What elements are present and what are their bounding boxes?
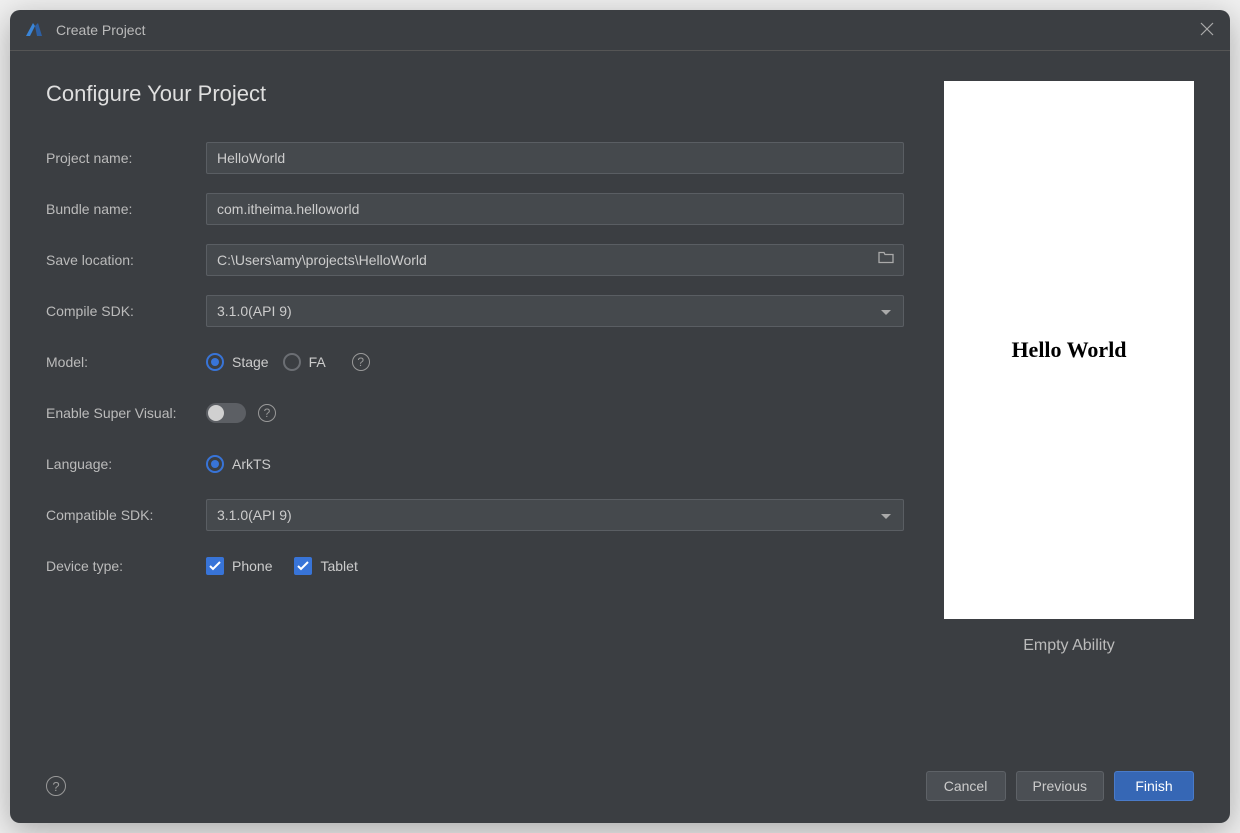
- radio-selected-icon: [206, 455, 224, 473]
- app-icon: [24, 20, 44, 40]
- form-panel: Configure Your Project Project name: Bun…: [46, 81, 944, 755]
- device-type-label: Device type:: [46, 558, 206, 574]
- create-project-dialog: Create Project Configure Your Project Pr…: [10, 10, 1230, 823]
- chevron-down-icon: [881, 507, 891, 523]
- device-phone-label: Phone: [232, 558, 272, 574]
- device-type-row: Device type: Phone Tablet: [46, 550, 904, 582]
- radio-unselected-icon: [283, 353, 301, 371]
- checkbox-checked-icon: [294, 557, 312, 575]
- close-button[interactable]: [1196, 18, 1218, 40]
- preview-text: Hello World: [1011, 337, 1126, 363]
- super-visual-help-icon[interactable]: ?: [258, 404, 276, 422]
- bundle-name-row: Bundle name:: [46, 193, 904, 225]
- compile-sdk-label: Compile SDK:: [46, 303, 206, 319]
- titlebar: Create Project: [10, 10, 1230, 51]
- language-arkts-radio[interactable]: ArkTS: [206, 455, 271, 473]
- super-visual-toggle[interactable]: [206, 403, 246, 423]
- compile-sdk-select[interactable]: 3.1.0(API 9): [206, 295, 904, 327]
- save-location-row: Save location:: [46, 244, 904, 276]
- model-stage-radio[interactable]: Stage: [206, 353, 269, 371]
- compatible-sdk-select[interactable]: 3.1.0(API 9): [206, 499, 904, 531]
- chevron-down-icon: [881, 303, 891, 319]
- toggle-knob: [208, 405, 224, 421]
- footer: ? Cancel Previous Finish: [10, 755, 1230, 823]
- device-tablet-checkbox[interactable]: Tablet: [294, 557, 357, 575]
- finish-button[interactable]: Finish: [1114, 771, 1194, 801]
- preview-panel: Hello World Empty Ability: [944, 81, 1194, 755]
- project-name-input[interactable]: [206, 142, 904, 174]
- compile-sdk-row: Compile SDK: 3.1.0(API 9): [46, 295, 904, 327]
- project-name-label: Project name:: [46, 150, 206, 166]
- language-row: Language: ArkTS: [46, 448, 904, 480]
- model-stage-label: Stage: [232, 354, 269, 370]
- checkbox-checked-icon: [206, 557, 224, 575]
- model-fa-label: FA: [309, 354, 326, 370]
- footer-help-icon[interactable]: ?: [46, 776, 66, 796]
- device-tablet-label: Tablet: [320, 558, 357, 574]
- cancel-button[interactable]: Cancel: [926, 771, 1006, 801]
- model-row: Model: Stage FA ?: [46, 346, 904, 378]
- previous-button[interactable]: Previous: [1016, 771, 1104, 801]
- language-arkts-label: ArkTS: [232, 456, 271, 472]
- save-location-label: Save location:: [46, 252, 206, 268]
- device-phone-checkbox[interactable]: Phone: [206, 557, 272, 575]
- page-heading: Configure Your Project: [46, 81, 904, 107]
- compile-sdk-value: 3.1.0(API 9): [217, 303, 292, 319]
- model-fa-radio[interactable]: FA: [283, 353, 326, 371]
- bundle-name-label: Bundle name:: [46, 201, 206, 217]
- compatible-sdk-row: Compatible SDK: 3.1.0(API 9): [46, 499, 904, 531]
- compatible-sdk-label: Compatible SDK:: [46, 507, 206, 523]
- project-name-row: Project name:: [46, 142, 904, 174]
- preview-caption: Empty Ability: [1023, 637, 1115, 655]
- language-label: Language:: [46, 456, 206, 472]
- model-label: Model:: [46, 354, 206, 370]
- compatible-sdk-value: 3.1.0(API 9): [217, 507, 292, 523]
- browse-folder-icon[interactable]: [878, 251, 894, 270]
- model-help-icon[interactable]: ?: [352, 353, 370, 371]
- bundle-name-input[interactable]: [206, 193, 904, 225]
- footer-buttons: Cancel Previous Finish: [926, 771, 1194, 801]
- dialog-title: Create Project: [56, 22, 145, 38]
- save-location-input[interactable]: [206, 244, 904, 276]
- content: Configure Your Project Project name: Bun…: [10, 51, 1230, 755]
- radio-selected-icon: [206, 353, 224, 371]
- preview-screen: Hello World: [944, 81, 1194, 619]
- super-visual-label: Enable Super Visual:: [46, 405, 206, 421]
- super-visual-row: Enable Super Visual: ?: [46, 397, 904, 429]
